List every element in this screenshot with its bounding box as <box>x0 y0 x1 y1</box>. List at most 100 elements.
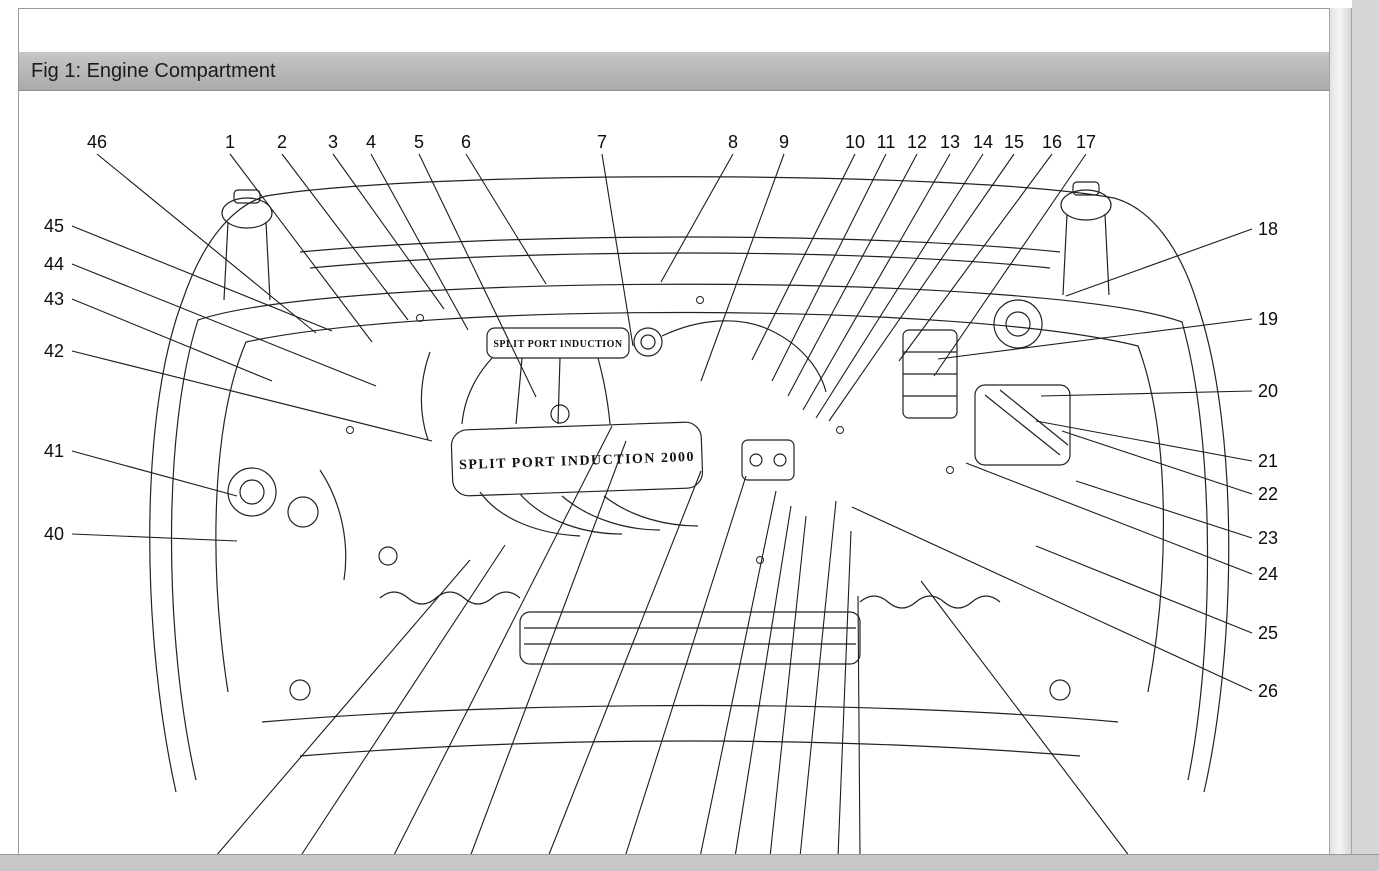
radiator-support <box>520 612 860 664</box>
bumper-line-2 <box>300 741 1080 756</box>
brake-booster <box>994 300 1042 348</box>
cowl-line-2 <box>310 253 1050 268</box>
leader-line-26 <box>852 507 1252 691</box>
hood-latch-right <box>1050 680 1070 700</box>
window-top-border <box>18 8 1352 9</box>
overflow-leader-line <box>300 545 505 857</box>
callout-number-46: 46 <box>87 132 107 152</box>
window-bottom-bar <box>0 854 1379 871</box>
cowl-line-1 <box>300 237 1060 252</box>
figure-title: Fig 1: Engine Compartment <box>31 60 276 83</box>
leader-line-7 <box>602 154 633 346</box>
overflow-leader-line <box>625 476 746 857</box>
callout-number-21: 21 <box>1258 451 1278 471</box>
callout-number-16: 16 <box>1042 132 1062 152</box>
hood-outline <box>150 177 1229 792</box>
leader-line-11 <box>772 154 886 381</box>
callout-number-45: 45 <box>44 216 64 236</box>
callout-number-24: 24 <box>1258 564 1278 584</box>
vertical-scrollbar[interactable] <box>1329 8 1352 855</box>
callout-number-9: 9 <box>779 132 789 152</box>
callout-number-7: 7 <box>597 132 607 152</box>
leader-line-46 <box>97 154 316 333</box>
intake-runners <box>462 358 610 424</box>
coil-tower-1 <box>750 454 762 466</box>
callout-number-8: 8 <box>728 132 738 152</box>
overflow-leader-lines <box>215 426 1130 857</box>
callout-number-17: 17 <box>1076 132 1096 152</box>
leader-line-3 <box>333 154 444 309</box>
coolant-reservoir-cap <box>288 497 318 527</box>
callout-number-19: 19 <box>1258 309 1278 329</box>
leader-line-41 <box>72 451 237 496</box>
callout-number-2: 2 <box>277 132 287 152</box>
leader-line-25 <box>1036 546 1252 633</box>
overflow-leader-line <box>470 441 626 857</box>
leader-line-8 <box>661 154 733 282</box>
callout-number-15: 15 <box>1004 132 1024 152</box>
leader-line-21 <box>1036 421 1252 461</box>
overflow-leader-line <box>800 501 836 857</box>
strut-tower-left <box>222 190 272 300</box>
callout-number-12: 12 <box>907 132 927 152</box>
callout-number-5: 5 <box>414 132 424 152</box>
callout-number-14: 14 <box>973 132 993 152</box>
washer-reservoir-cap-inner <box>240 480 264 504</box>
brake-booster-inner <box>1006 312 1030 336</box>
leader-line-2 <box>282 154 408 320</box>
overflow-leader-line <box>921 581 1130 857</box>
leader-line-5 <box>419 154 536 397</box>
leader-line-13 <box>803 154 950 410</box>
throttle-body-inner <box>641 335 655 349</box>
harness-left <box>380 592 520 604</box>
leader-line-43 <box>72 299 272 381</box>
callout-number-40: 40 <box>44 524 64 544</box>
callout-number-42: 42 <box>44 341 64 361</box>
document-viewer-page: SPLIT PORT INDUCTION SPLIT PORT INDUCTIO… <box>0 0 1379 871</box>
coil-tower-2 <box>774 454 786 466</box>
leader-line-40 <box>72 534 237 541</box>
leader-line-18 <box>1066 229 1252 296</box>
callout-number-1: 1 <box>225 132 235 152</box>
callout-number-25: 25 <box>1258 623 1278 643</box>
harness-right <box>860 596 1000 608</box>
bolt <box>347 427 354 434</box>
strut-tower-right <box>1061 182 1111 295</box>
hood-latch-left <box>290 680 310 700</box>
overflow-leader-line <box>215 560 470 857</box>
callout-number-44: 44 <box>44 254 64 274</box>
callout-number-6: 6 <box>461 132 471 152</box>
spark-plug-wires <box>480 492 698 536</box>
leader-line-19 <box>938 319 1252 359</box>
callout-number-26: 26 <box>1258 681 1278 701</box>
callout-number-11: 11 <box>877 132 896 152</box>
callout-number-18: 18 <box>1258 219 1278 239</box>
bolt <box>697 297 704 304</box>
leader-line-44 <box>72 264 376 386</box>
window-left-border <box>18 8 19 855</box>
callout-number-3: 3 <box>328 132 338 152</box>
callout-number-41: 41 <box>44 441 64 461</box>
engine-line-art <box>150 177 1229 792</box>
engine-compartment-diagram: SPLIT PORT INDUCTION SPLIT PORT INDUCTIO… <box>0 0 1379 871</box>
leader-line-6 <box>466 154 546 284</box>
callout-number-43: 43 <box>44 289 64 309</box>
window-right-margin <box>1352 0 1379 871</box>
washer-reservoir-cap <box>228 468 276 516</box>
oil-filler-cap <box>551 405 569 423</box>
radiator-hose <box>320 470 346 580</box>
callout-number-23: 23 <box>1258 528 1278 548</box>
callout-number-4: 4 <box>366 132 376 152</box>
bolt <box>947 467 954 474</box>
fuse-box <box>903 330 957 418</box>
valve-cover-text: SPLIT PORT INDUCTION 2000 <box>459 450 695 473</box>
engine-bay-boundary <box>216 312 1164 692</box>
air-intake-tube <box>662 321 826 392</box>
throttle-body <box>634 328 662 356</box>
overflow-leader-line <box>393 426 612 857</box>
callout-number-20: 20 <box>1258 381 1278 401</box>
callout-layer: 4612345678910111213141516171819202122232… <box>44 132 1278 701</box>
overflow-leader-line <box>770 516 806 857</box>
leader-line-10 <box>752 154 855 360</box>
callout-number-13: 13 <box>940 132 960 152</box>
